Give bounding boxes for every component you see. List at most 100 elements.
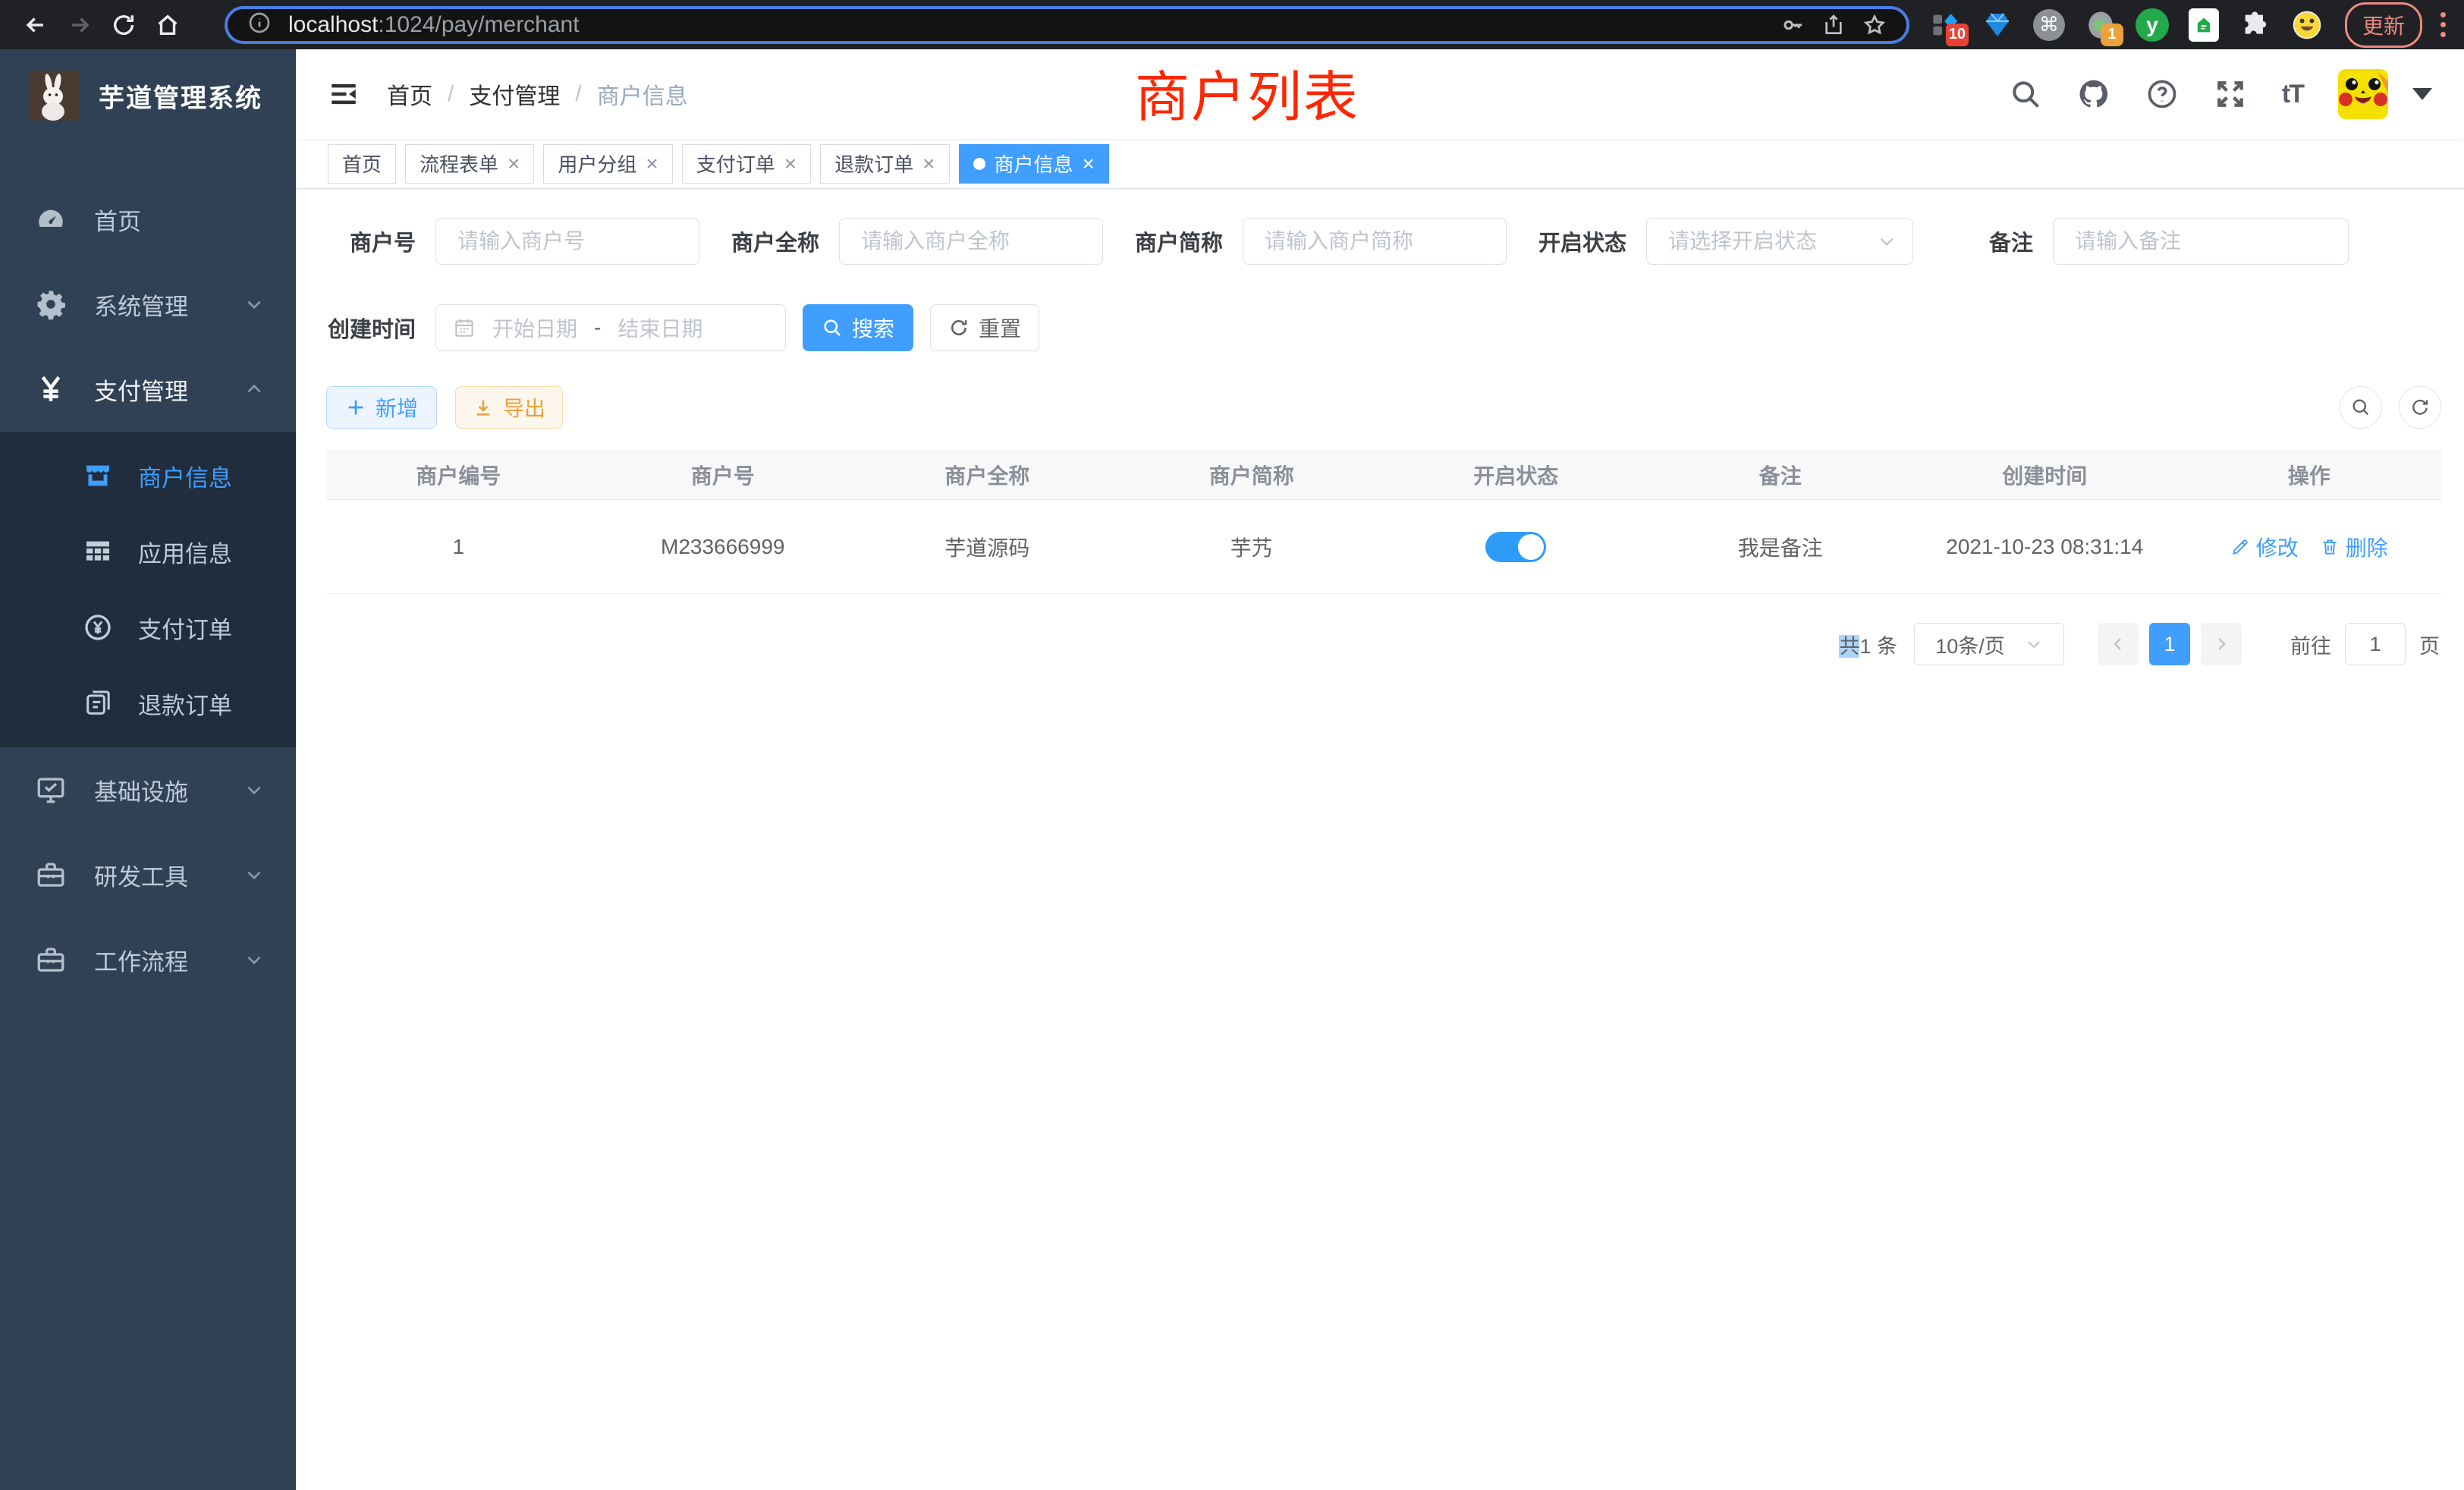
remark-label: 备注 [1944, 225, 2033, 257]
navbar-actions: tT [2009, 69, 2432, 119]
close-icon[interactable]: × [646, 153, 658, 174]
col-merchant-no: 商户号 [591, 460, 856, 490]
cell-merchant-id: 1 [326, 535, 591, 559]
date-range-picker[interactable]: 开始日期 - 结束日期 [435, 304, 786, 351]
cell-merchant-no: M233666999 [591, 535, 856, 559]
full-name-input[interactable] [839, 218, 1103, 265]
search-form: 商户号 商户全称 商户简称 开启状态 [296, 189, 2464, 351]
extension-recorder-icon[interactable]: 1 [2084, 8, 2117, 42]
yen-icon [32, 373, 70, 405]
sidebar-item-app-info[interactable]: 应用信息 [0, 514, 296, 589]
delete-link[interactable]: 删除 [2320, 532, 2388, 562]
sidebar-toggle-icon[interactable] [328, 78, 360, 110]
close-icon[interactable]: × [922, 153, 935, 174]
tab-process-form[interactable]: 流程表单× [405, 144, 534, 184]
extension-gem-icon[interactable] [1981, 8, 2014, 42]
dashboard-icon [32, 203, 70, 235]
prev-page-button[interactable] [2098, 623, 2139, 665]
sidebar-item-merchant-info[interactable]: 商户信息 [0, 438, 296, 514]
sidebar-item-pay-order[interactable]: 支付订单 [0, 589, 296, 665]
goto-page: 前往 页 [2290, 623, 2440, 665]
address-bar[interactable]: localhost:1024/pay/merchant [225, 6, 1909, 44]
fullscreen-icon[interactable] [2214, 77, 2247, 111]
font-size-icon[interactable]: tT [2282, 80, 2303, 109]
next-page-button[interactable] [2201, 623, 2242, 665]
status-select[interactable] [1646, 218, 1913, 265]
password-key-icon[interactable] [1780, 13, 1805, 37]
sidebar-item-infra[interactable]: 基础设施 [0, 747, 296, 832]
browser-menu-icon[interactable] [2436, 8, 2450, 42]
extension-puzzle-icon[interactable] [2239, 8, 2272, 42]
sidebar-item-workflow[interactable]: 工作流程 [0, 917, 296, 1002]
chevron-down-icon [244, 865, 264, 885]
sidebar-item-pay[interactable]: 支付管理 [0, 347, 296, 432]
sidebar-item-label: 研发工具 [94, 858, 188, 892]
status-toggle[interactable] [1485, 532, 1546, 562]
reload-icon[interactable] [102, 3, 146, 47]
page-size-select[interactable]: 10条/页 [1914, 623, 2064, 665]
status-label: 开启状态 [1537, 225, 1626, 257]
sidebar-item-label: 支付管理 [94, 372, 188, 407]
tab-merchant-info[interactable]: 商户信息× [959, 144, 1109, 184]
close-icon[interactable]: × [1083, 153, 1095, 174]
show-search-button[interactable] [2340, 386, 2382, 429]
breadcrumb-current: 商户信息 [597, 77, 688, 111]
page-size-label: 10条/页 [1935, 630, 2005, 659]
total-number: 1 [1859, 635, 1871, 658]
extension-emoji-icon[interactable] [2290, 8, 2324, 42]
url-text[interactable]: localhost:1024/pay/merchant [288, 12, 1764, 38]
breadcrumb-pay[interactable]: 支付管理 [469, 77, 560, 111]
close-icon[interactable]: × [784, 153, 797, 174]
search-button[interactable]: 搜索 [803, 304, 913, 351]
extension-tabs-icon[interactable]: 10 [1929, 8, 1963, 42]
search-icon[interactable] [2009, 77, 2042, 111]
forward-icon[interactable] [58, 3, 102, 47]
monitor-icon [32, 774, 70, 806]
remark-input[interactable] [2053, 218, 2349, 265]
current-page-button[interactable]: 1 [2149, 623, 2190, 665]
help-icon[interactable] [2145, 77, 2179, 111]
bookmark-star-icon[interactable] [1862, 13, 1887, 37]
share-icon[interactable] [1821, 13, 1846, 37]
extension-y-icon[interactable]: y [2136, 8, 2169, 42]
short-name-input[interactable] [1243, 218, 1507, 265]
close-icon[interactable]: × [508, 153, 520, 174]
update-button[interactable]: 更新 [2345, 2, 2422, 48]
goto-label: 前往 [2290, 630, 2331, 659]
total-unit: 条 [1877, 635, 1897, 658]
status-select-input[interactable] [1646, 218, 1913, 265]
sidebar-item-system[interactable]: 系统管理 [0, 262, 296, 347]
sidebar-item-label: 退款订单 [138, 687, 232, 721]
edit-link[interactable]: 修改 [2230, 532, 2299, 562]
tab-home[interactable]: 首页 [328, 144, 396, 184]
col-status: 开启状态 [1384, 460, 1648, 490]
home-icon[interactable] [146, 3, 190, 47]
refresh-button[interactable] [2399, 386, 2441, 429]
github-icon[interactable] [2077, 77, 2110, 111]
export-button[interactable]: 导出 [455, 386, 563, 429]
date-start-placeholder[interactable]: 开始日期 [492, 313, 577, 343]
sidebar-item-devtools[interactable]: 研发工具 [0, 832, 296, 917]
goto-page-input[interactable] [2345, 623, 2406, 665]
sidebar: 芋道管理系统 首页 系统管理 [0, 49, 296, 1490]
sidebar-item-home[interactable]: 首页 [0, 177, 296, 262]
col-actions: 操作 [2177, 460, 2442, 490]
sidebar-item-refund-order[interactable]: 退款订单 [0, 665, 296, 741]
merchant-no-input[interactable] [435, 218, 699, 265]
tab-user-group[interactable]: 用户分组× [543, 144, 672, 184]
back-icon[interactable] [14, 3, 58, 47]
site-info-icon[interactable] [247, 11, 272, 39]
tab-pay-order[interactable]: 支付订单× [682, 144, 811, 184]
date-end-placeholder[interactable]: 结束日期 [618, 313, 702, 343]
tab-refund-order[interactable]: 退款订单× [820, 144, 949, 184]
reset-button[interactable]: 重置 [930, 304, 1039, 351]
avatar-caret-icon[interactable] [2412, 88, 2432, 100]
logo[interactable]: 芋道管理系统 [0, 49, 296, 142]
avatar[interactable] [2338, 69, 2388, 119]
breadcrumb-home[interactable]: 首页 [387, 77, 432, 111]
extension-notes-icon[interactable] [2187, 8, 2220, 42]
grid-icon [80, 536, 115, 567]
add-button[interactable]: 新增 [326, 386, 437, 429]
extension-command-icon[interactable]: ⌘ [2032, 8, 2066, 42]
command-glyph: ⌘ [2033, 9, 2065, 41]
